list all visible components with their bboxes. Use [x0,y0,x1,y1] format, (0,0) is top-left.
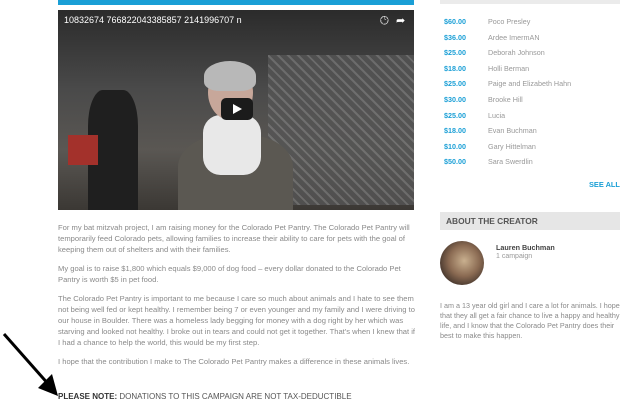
donor-row: $36.00 Ardee ImermAN [440,33,620,49]
donor-name: Deborah Johnson [488,48,545,58]
creator-bio: I am a 13 year old girl and I care a lot… [440,301,620,340]
video-speaker [178,61,298,210]
donor-amount: $10.00 [444,141,466,151]
donor-name: Holli Berman [488,63,530,73]
share-icon[interactable]: ➦ [396,14,405,27]
donor-row: $10.00 Gary Hittelman [440,142,620,158]
top-accent-bar [58,0,414,5]
donor-row: $25.00 Deborah Johnson [440,48,620,64]
donor-name: Poco Presley [488,17,531,26]
arrow-annotation-icon [2,333,58,396]
creator-campaign-count: 1 campaign [496,253,533,260]
about-creator-header: ABOUT THE CREATOR [440,212,620,230]
donor-amount: $50.00 [444,157,466,167]
donor-row: $25.00 Lucia [440,111,620,127]
donor-name: Evan Buchman [488,126,537,136]
video-player[interactable]: 10832674 766822043385857 2141996707 n 🕑︎… [58,10,414,210]
creator-name-link[interactable]: Lauren Buchman [496,243,555,252]
story-paragraph: The Colorado Pet Pantry is important to … [58,294,416,347]
donor-amount: $25.00 [444,79,466,89]
video-red-object [68,135,98,165]
donor-list: $60.00 Poco Presley $36.00 Ardee ImermAN $… [440,0,620,173]
play-icon[interactable] [221,98,253,120]
story-paragraph: For my bat mitzvah project, I am raising… [58,223,410,254]
story-paragraph: I hope that the contribution I make to T… [58,357,410,366]
donor-row: $18.00 Evan Buchman [440,126,620,142]
donor-amount: $30.00 [444,94,466,104]
clock-icon[interactable]: 🕑︎ [380,15,389,28]
story-paragraph: My goal is to raise $1,800 which equals … [58,264,401,284]
donor-amount: $18.00 [444,63,466,73]
donor-row: $50.00 Sara Swerdlin [440,157,620,173]
donor-name: Lucia [488,110,506,120]
avatar[interactable] [440,241,484,285]
donor-name: Ardee ImermAN [488,32,540,42]
donor-amount: $25.00 [444,110,466,120]
donor-amount: $36.00 [444,32,466,42]
video-title[interactable]: 10832674 766822043385857 2141996707 n [64,15,242,25]
donor-amount: $60.00 [444,17,466,26]
donor-name: Brooke Hill [488,94,523,104]
donor-row: $18.00 Holli Berman [440,64,620,80]
donor-name: Sara Swerdlin [488,157,533,167]
see-all-link[interactable]: SEE ALL [589,180,620,189]
donor-row: $25.00 Paige and Elizabeth Hahn [440,79,620,95]
donor-name: Gary Hittelman [488,141,536,151]
donor-name: Paige and Elizabeth Hahn [488,79,572,89]
donor-row: $60.00 Poco Presley [440,17,620,33]
donor-amount: $25.00 [444,48,466,58]
donor-row: $30.00 Brooke Hill [440,95,620,111]
campaign-story: For my bat mitzvah project, I am raising… [58,222,418,375]
donor-amount: $18.00 [444,126,466,136]
